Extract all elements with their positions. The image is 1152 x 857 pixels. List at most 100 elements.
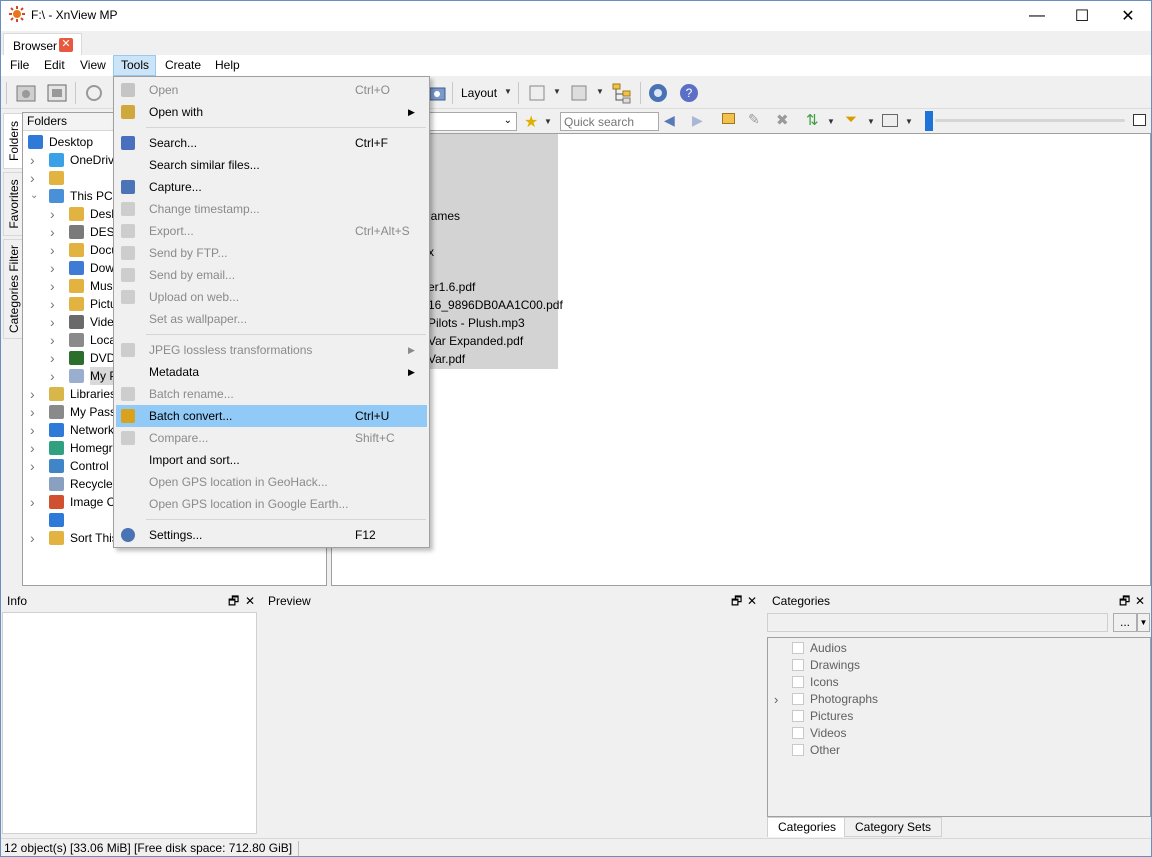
expand-arrow-icon[interactable]: › — [50, 223, 60, 241]
expand-arrow-icon[interactable]: › — [50, 205, 60, 223]
layout-dropdown-icon[interactable]: ▼ — [504, 87, 512, 96]
menu-item-search-similar-files[interactable]: Search similar files... — [116, 154, 427, 176]
menu-item-capture[interactable]: Capture... — [116, 176, 427, 198]
star-dropdown-icon[interactable]: ▼ — [544, 117, 552, 126]
file-item[interactable]: iames — [428, 209, 460, 223]
view-mode-dropdown-icon[interactable]: ▼ — [596, 87, 604, 96]
layout-button[interactable]: Layout — [461, 86, 497, 100]
menu-item-batch-convert[interactable]: Batch convert... Ctrl+U — [116, 405, 427, 427]
sort-icon[interactable]: ⇅ — [806, 111, 819, 129]
filter-dropdown-icon[interactable]: ▼ — [867, 117, 875, 126]
menu-item-send-by-ftp[interactable]: Send by FTP... — [116, 242, 427, 264]
sort-dropdown-icon[interactable]: ▼ — [827, 117, 835, 126]
menu-item-set-as-wallpaper[interactable]: Set as wallpaper... — [116, 308, 427, 330]
expanded-arrow-icon[interactable]: ⌄ — [30, 187, 40, 205]
menu-item-open-gps-location-in-google-earth[interactable]: Open GPS location in Google Earth... — [116, 493, 427, 515]
category-item[interactable]: Drawings — [768, 657, 1150, 674]
folder-tree-button[interactable] — [609, 80, 635, 106]
view-grid-icon[interactable] — [882, 114, 898, 127]
category-checkbox[interactable] — [792, 727, 804, 739]
category-item[interactable]: Other — [768, 742, 1150, 759]
maximize-button[interactable]: ☐ — [1059, 0, 1105, 31]
back-arrow-icon[interactable]: ◀ — [664, 112, 675, 129]
file-item[interactable]: 16_9896DB0AA1C00.pdf — [428, 298, 563, 312]
category-item[interactable]: › Photographs — [768, 691, 1150, 708]
expand-arrow-icon[interactable]: › — [774, 691, 778, 708]
category-checkbox[interactable] — [792, 659, 804, 671]
file-item[interactable]: er1.6.pdf — [428, 280, 475, 294]
menu-edit[interactable]: Edit — [44, 55, 65, 76]
forward-arrow-icon[interactable]: ▶ — [692, 112, 703, 129]
restore-view-icon[interactable] — [1133, 114, 1146, 126]
category-item[interactable]: Videos — [768, 725, 1150, 742]
menu-item-batch-rename[interactable]: Batch rename... — [116, 383, 427, 405]
menu-tools[interactable]: Tools — [113, 55, 156, 76]
close-icon[interactable]: ✕ — [245, 592, 255, 611]
menu-view[interactable]: View — [80, 55, 106, 76]
delete-icon[interactable]: ✖ — [776, 111, 789, 129]
category-item[interactable]: Pictures — [768, 708, 1150, 725]
float-icon[interactable]: 🗗 — [1119, 592, 1130, 611]
expand-arrow-icon[interactable]: › — [50, 277, 60, 295]
menu-help[interactable]: Help — [215, 55, 240, 76]
view-dropdown-icon[interactable]: ▼ — [905, 117, 913, 126]
tab-category-sets[interactable]: Category Sets — [844, 817, 943, 837]
new-folder-icon[interactable] — [722, 113, 735, 124]
category-checkbox[interactable] — [792, 642, 804, 654]
category-item[interactable]: Audios — [768, 640, 1150, 657]
menu-item-open[interactable]: Open Ctrl+O — [116, 79, 427, 101]
menu-item-change-timestamp[interactable]: Change timestamp... — [116, 198, 427, 220]
expand-arrow-icon[interactable]: › — [50, 259, 60, 277]
expand-arrow-icon[interactable]: › — [30, 151, 40, 169]
quick-search-input[interactable] — [560, 112, 659, 131]
fullscreen-button[interactable] — [44, 80, 70, 106]
acquire-button[interactable] — [13, 80, 39, 106]
expand-arrow-icon[interactable]: › — [30, 457, 40, 475]
thumbnail-size-button[interactable] — [524, 80, 550, 106]
expand-arrow-icon[interactable]: › — [30, 169, 40, 187]
menu-item-send-by-email[interactable]: Send by email... — [116, 264, 427, 286]
menu-item-import-and-sort[interactable]: Import and sort... — [116, 449, 427, 471]
category-checkbox[interactable] — [792, 693, 804, 705]
expand-arrow-icon[interactable]: › — [50, 331, 60, 349]
expand-arrow-icon[interactable]: › — [30, 493, 40, 511]
favorite-star-icon[interactable]: ★ — [524, 112, 538, 132]
file-item[interactable]: Var Expanded.pdf — [428, 334, 523, 348]
category-item[interactable]: Icons — [768, 674, 1150, 691]
menu-item-compare[interactable]: Compare... Shift+C — [116, 427, 427, 449]
category-checkbox[interactable] — [792, 710, 804, 722]
float-icon[interactable]: 🗗 — [731, 592, 742, 611]
category-checkbox[interactable] — [792, 744, 804, 756]
menu-create[interactable]: Create — [165, 55, 201, 76]
file-item[interactable]: Var.pdf — [428, 352, 465, 366]
close-window-button[interactable]: ✕ — [1105, 0, 1151, 31]
view-mode-button[interactable] — [566, 80, 592, 106]
expand-arrow-icon[interactable]: › — [30, 403, 40, 421]
menu-item-open-gps-location-in-geohack[interactable]: Open GPS location in GeoHack... — [116, 471, 427, 493]
expand-arrow-icon[interactable]: › — [30, 529, 40, 547]
filter-icon[interactable]: ⏷ — [845, 111, 857, 128]
expand-arrow-icon[interactable]: › — [50, 295, 60, 313]
expand-arrow-icon[interactable]: › — [50, 313, 60, 331]
menu-item-search[interactable]: Search... Ctrl+F — [116, 132, 427, 154]
float-icon[interactable]: 🗗 — [228, 592, 239, 611]
tab-close-icon[interactable]: ✕ — [59, 38, 73, 52]
expand-arrow-icon[interactable]: › — [30, 421, 40, 439]
zoom-slider-handle[interactable] — [925, 111, 933, 131]
category-checkbox[interactable] — [792, 676, 804, 688]
refresh-button[interactable] — [81, 80, 107, 106]
expand-arrow-icon[interactable]: › — [50, 349, 60, 367]
expand-arrow-icon[interactable]: › — [50, 367, 60, 385]
zoom-slider-track[interactable] — [935, 119, 1125, 122]
settings-button[interactable] — [645, 80, 671, 106]
minimize-button[interactable]: — — [1014, 0, 1060, 31]
close-icon[interactable]: ✕ — [1135, 592, 1145, 611]
expand-arrow-icon[interactable]: › — [50, 241, 60, 259]
menu-item-open-with[interactable]: Open with ▶ — [116, 101, 427, 123]
tab-browser[interactable]: Browser ✕ — [3, 33, 82, 55]
rename-icon[interactable]: ✎ — [748, 111, 760, 128]
category-dropdown-icon[interactable]: ▼ — [1137, 613, 1150, 632]
menu-item-metadata[interactable]: Metadata ▶ — [116, 361, 427, 383]
close-icon[interactable]: ✕ — [747, 592, 757, 611]
category-more-button[interactable]: ... — [1113, 613, 1137, 632]
